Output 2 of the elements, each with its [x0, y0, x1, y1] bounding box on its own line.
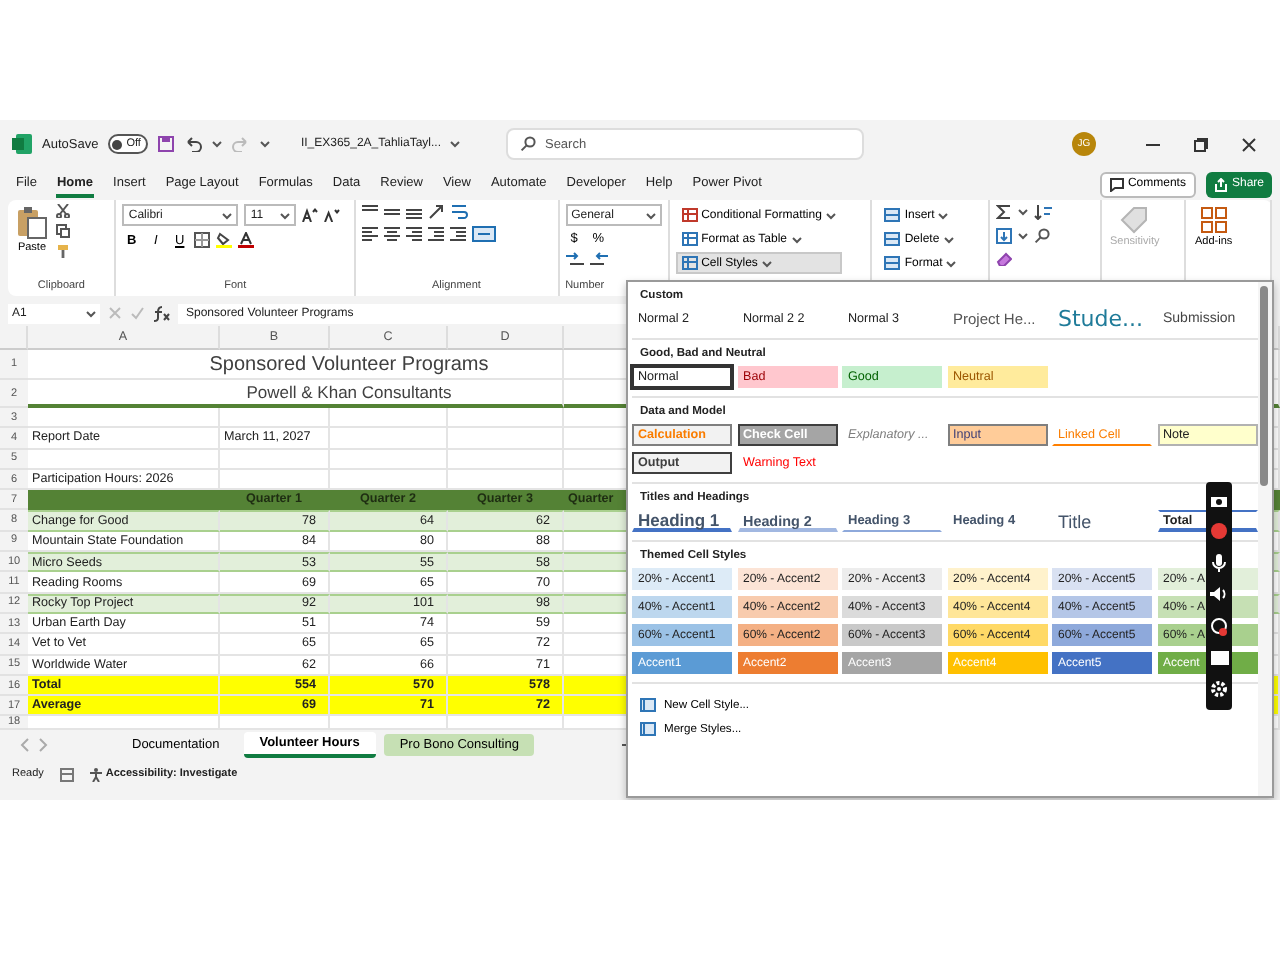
sheet-title: Sponsored Volunteer Programs [28, 350, 564, 380]
sheet-subtitle: Powell & Khan Consultants [28, 380, 564, 408]
